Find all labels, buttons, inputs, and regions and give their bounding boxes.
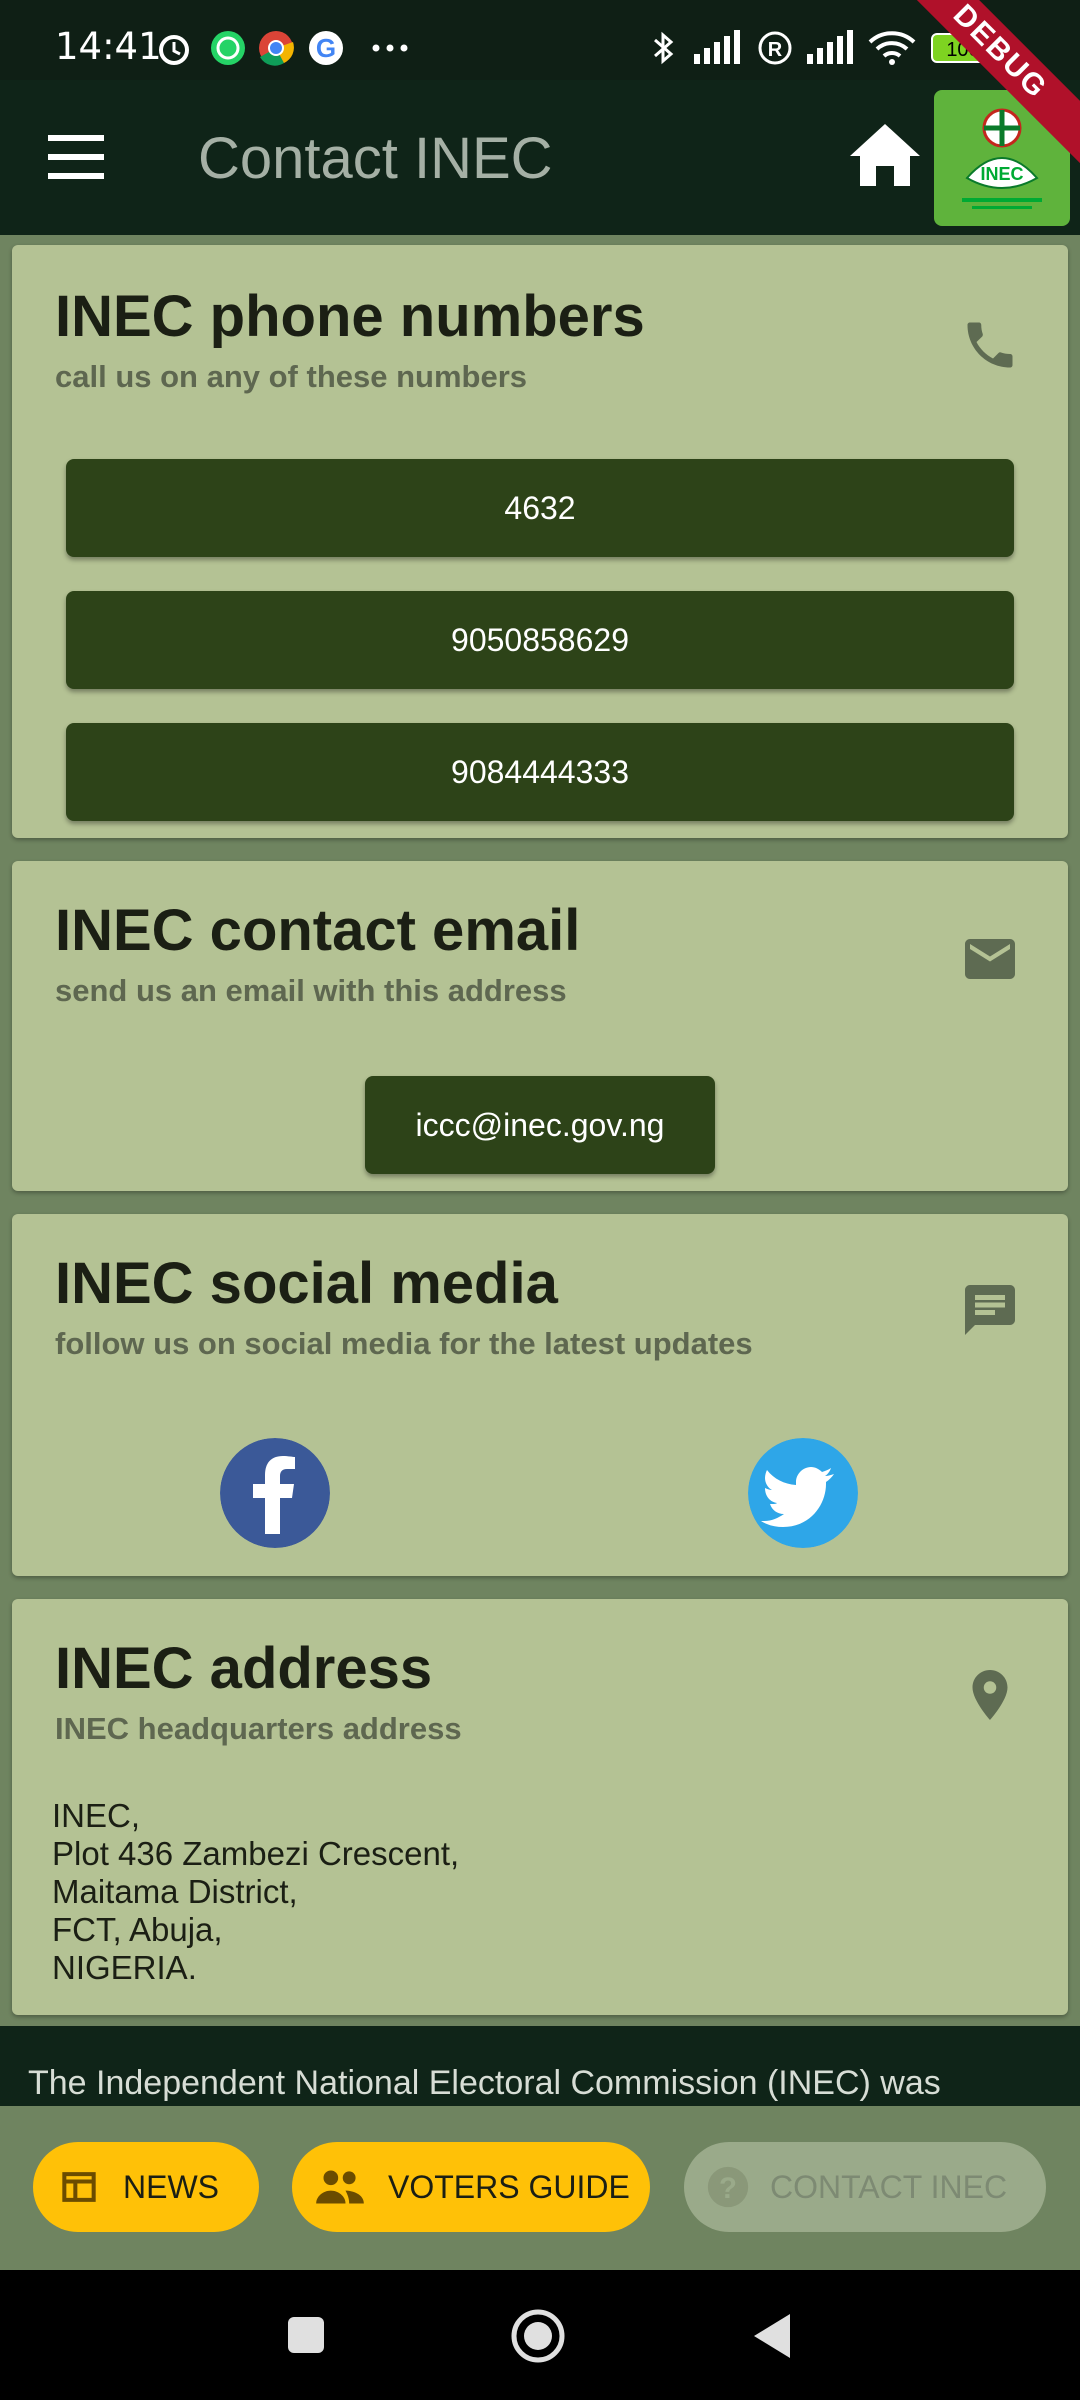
menu-icon[interactable] [48, 135, 104, 179]
whatsapp-icon [211, 31, 245, 65]
social-card-subtitle: follow us on social media for the latest… [55, 1326, 753, 1361]
nav-news-button[interactable]: NEWS [33, 2142, 259, 2232]
bluetooth-icon [654, 31, 674, 65]
phone-card-subtitle: call us on any of these numbers [55, 359, 528, 394]
social-media-card: INEC social media follow us on social me… [12, 1214, 1068, 1576]
people-icon [316, 2170, 364, 2204]
help-icon: ? [707, 2166, 749, 2208]
chat-icon [965, 1285, 1015, 1335]
status-time: 14:41 [55, 25, 162, 68]
page-title: Contact INEC [198, 126, 553, 191]
address-line: FCT, Abuja, [52, 1911, 223, 1948]
contact-email-card: INEC contact email send us an email with… [12, 861, 1068, 1191]
phone-number-button[interactable]: 9050858629 [66, 591, 1014, 689]
address-line: Maitama District, [52, 1873, 298, 1910]
address-line: NIGERIA. [52, 1949, 197, 1986]
address-card-subtitle: INEC headquarters address [55, 1711, 462, 1746]
bottom-navigation: NEWS VOTERS GUIDE ? CONTACT INEC [0, 2106, 1080, 2270]
phone-card-title: INEC phone numbers [55, 284, 645, 349]
svg-text:INEC: INEC [980, 164, 1023, 184]
location-pin-icon [972, 1670, 1008, 1720]
mail-icon [965, 939, 1015, 979]
svg-text:?: ? [719, 2172, 737, 2205]
recents-button-icon[interactable] [286, 2315, 326, 2355]
twitter-icon[interactable] [748, 1438, 858, 1548]
address-text: INEC, Plot 436 Zambezi Crescent, Maitama… [52, 1797, 459, 1987]
nav-news-label: NEWS [123, 2168, 219, 2205]
address-line: INEC, [52, 1797, 141, 1834]
about-text: The Independent National Electoral Commi… [28, 2064, 941, 2102]
nav-voters-guide-label: VOTERS GUIDE [388, 2168, 630, 2205]
back-button-icon[interactable] [752, 2312, 792, 2360]
phone-icon [967, 322, 1013, 368]
facebook-icon[interactable] [220, 1438, 330, 1548]
phone-number-button[interactable]: 9084444333 [66, 723, 1014, 821]
address-card-title: INEC address [55, 1636, 433, 1701]
signal-icon [807, 30, 853, 64]
roaming-icon: R [758, 31, 792, 65]
phone-number-button[interactable]: 4632 [66, 459, 1014, 557]
social-card-title: INEC social media [55, 1251, 558, 1316]
email-card-title: INEC contact email [55, 898, 581, 963]
app-bar: Contact INEC INEC [0, 80, 1080, 235]
alarm-icon [159, 35, 189, 65]
chrome-icon [259, 31, 294, 66]
home-button-icon[interactable] [510, 2308, 566, 2364]
nav-voters-guide-button[interactable]: VOTERS GUIDE [292, 2142, 650, 2232]
home-icon[interactable] [848, 120, 922, 190]
signal-icon [694, 30, 740, 64]
svg-text:R: R [768, 39, 783, 61]
system-navigation-bar [0, 2270, 1080, 2400]
nav-contact-inec-button[interactable]: ? CONTACT INEC [684, 2142, 1046, 2232]
address-line: Plot 436 Zambezi Crescent, [52, 1835, 460, 1872]
svg-text:G: G [316, 33, 336, 63]
phone-numbers-card: INEC phone numbers call us on any of the… [12, 245, 1068, 838]
news-icon [62, 2172, 96, 2202]
email-address-button[interactable]: iccc@inec.gov.ng [365, 1076, 715, 1174]
google-icon: G [309, 31, 343, 65]
address-card: INEC address INEC headquarters address I… [12, 1599, 1068, 2015]
email-card-subtitle: send us an email with this address [55, 973, 567, 1008]
nav-contact-inec-label: CONTACT INEC [770, 2168, 1008, 2205]
wifi-icon [868, 31, 916, 65]
status-bar: 14:41 G R 100 DEBUG [0, 0, 1080, 174]
about-inec-section: The Independent National Electoral Commi… [0, 2026, 1080, 2106]
more-dots-icon [372, 44, 408, 52]
